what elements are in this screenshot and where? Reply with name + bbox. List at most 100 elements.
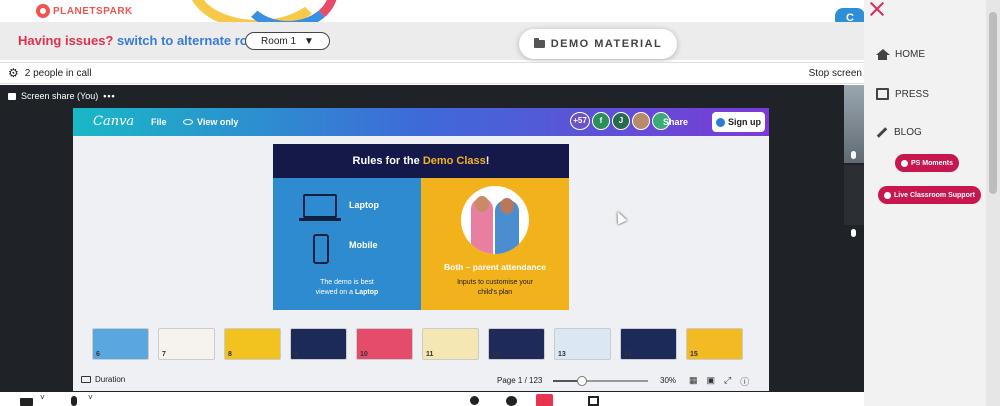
issue-text: Having issues? switch to alternate room (18, 33, 267, 48)
slide-thumbnail[interactable]: 14 (620, 328, 677, 360)
canva-logo[interactable]: Canva (93, 114, 134, 129)
scrollbar-thumb[interactable] (989, 12, 997, 194)
avatar[interactable]: J (612, 112, 630, 130)
slide-thumbnail[interactable]: 9 (290, 328, 347, 360)
help-icon[interactable]: ⓘ (740, 375, 749, 388)
avatar-more-count[interactable]: +57 (570, 112, 590, 130)
chat-icon[interactable] (506, 396, 517, 406)
microphone-icon[interactable] (71, 396, 77, 406)
people-count: ⚙ 2 people in call (8, 67, 91, 79)
camera-icon[interactable] (20, 398, 33, 406)
thumbnail-view-icon[interactable]: ▣ (707, 375, 716, 388)
mobile-label: Mobile (349, 240, 378, 250)
slide-thumbnail[interactable]: 12 (488, 328, 545, 360)
inputs-note: Inputs to customise your child's plan (421, 278, 569, 298)
room-select[interactable]: Room 1 ▼ (245, 32, 330, 50)
canva-presentation: Canva File View only +57 f J Share Sign … (73, 108, 769, 391)
slide-thumbnail-number: 15 (690, 351, 698, 358)
duration-button[interactable]: Duration (81, 375, 125, 384)
chevron-down-icon[interactable]: ˅ (40, 393, 45, 402)
zoom-level: 30% (660, 376, 677, 385)
slide-thumbnail[interactable]: 11 (422, 328, 479, 360)
grid-view-icon[interactable]: ▦ (689, 375, 698, 388)
avatar[interactable]: f (592, 112, 610, 130)
issue-bar: Having issues? switch to alternate room … (0, 22, 864, 60)
chevron-down-icon[interactable]: ˅ (88, 393, 93, 402)
participants-icon[interactable] (470, 396, 479, 405)
screen-share-label: Screen share (You) ••• (8, 91, 116, 101)
view-controls: ▦ ▣ ⤢ ⓘ (689, 375, 749, 388)
slide-title-prefix: Rules for the (352, 155, 423, 167)
eye-icon (183, 119, 193, 125)
slide-thumbnail[interactable]: 7 (158, 328, 215, 360)
fullscreen-icon[interactable]: ⤢ (724, 375, 731, 388)
nav-item-label: PRESS (895, 88, 929, 100)
nav-item-home[interactable]: HOME (876, 49, 925, 60)
person-head (500, 198, 514, 214)
canva-toolbar: Canva File View only +57 f J Share Sign … (73, 108, 769, 136)
mic-icon (851, 229, 856, 237)
record-icon (901, 159, 908, 167)
canva-footer: Duration Page 1 / 123 30% ▦ ▣ ⤢ ⓘ (73, 371, 769, 391)
demo-note: The demo is best viewed on a Laptop (273, 278, 421, 298)
participant-video-tile[interactable] (844, 85, 864, 163)
screen-share-icon (8, 92, 16, 100)
logo-icon (36, 4, 50, 18)
inputs-note-line: child's plan (477, 289, 513, 296)
live-support-button[interactable]: Live Classroom Support (878, 186, 981, 204)
having-issues-text: Having issues? (18, 33, 114, 48)
slide-thumbnail[interactable]: 15 (686, 328, 743, 360)
slide-thumbnail[interactable]: 8 (224, 328, 281, 360)
newspaper-icon (876, 88, 889, 100)
ps-moments-button[interactable]: PS Moments (895, 154, 960, 172)
page-indicator: Page 1 / 123 (497, 376, 543, 385)
stop-share-icon[interactable] (536, 394, 553, 406)
canva-signup-button[interactable]: Sign up (712, 112, 765, 132)
duration-label: Duration (95, 375, 126, 384)
demo-material-button[interactable]: DEMO MATERIAL (519, 29, 677, 59)
mobile-icon (313, 234, 329, 264)
slide-thumbnail-number: 7 (162, 351, 166, 358)
slide-title-suffix: ! (485, 155, 490, 167)
slide-thumbnail-number: 10 (360, 351, 368, 358)
collaborator-avatars: +57 f J (570, 112, 670, 130)
more-options-icon[interactable]: ••• (103, 91, 115, 101)
canva-file-menu[interactable]: File (151, 117, 167, 127)
view-only-indicator[interactable]: View only (183, 117, 238, 127)
stop-screen-button[interactable]: Stop screen (809, 68, 862, 79)
demo-note-bold: Laptop (354, 289, 379, 296)
pencil-icon (876, 127, 888, 138)
folder-icon (533, 38, 545, 48)
nav-item-press[interactable]: PRESS (876, 88, 929, 100)
zoom-slider[interactable] (553, 376, 648, 386)
participant-video-tile[interactable] (844, 165, 864, 237)
slide-device-panel: Laptop Mobile The demo is best viewed on… (273, 178, 421, 310)
planetspark-logo[interactable]: PLANETSPARK (36, 4, 133, 18)
gear-icon[interactable]: ⚙ (8, 67, 19, 79)
zoom-slider-knob[interactable] (576, 376, 587, 386)
demo-note-prefix: viewed on a (315, 289, 355, 296)
slide-thumbnail-number: 6 (96, 351, 100, 358)
record-icon (884, 191, 891, 199)
people-count-text: 2 people in call (24, 67, 92, 79)
layout-icon[interactable] (588, 396, 599, 406)
slide-thumbnail-number: 14 (624, 351, 632, 358)
close-icon[interactable] (868, 0, 886, 18)
slide-thumbnail[interactable]: 13 (554, 328, 611, 360)
avatar[interactable] (632, 112, 650, 130)
call-area: Screen share (You) ••• Canva File View o… (0, 85, 864, 392)
slide-title-highlight: Demo Class (422, 155, 486, 167)
canva-share-button[interactable]: Share (663, 117, 688, 127)
demo-note-line: viewed on a Laptop (273, 288, 421, 298)
scrollbar[interactable] (986, 0, 1000, 406)
signup-label: Sign up (728, 117, 761, 127)
slide-parent-panel: Both – parent attendance Inputs to custo… (421, 178, 569, 310)
slide-thumbnail[interactable]: 6 (92, 328, 149, 360)
nav-item-blog[interactable]: BLOG (876, 127, 922, 138)
logo-text: PLANETSPARK (53, 5, 133, 17)
duration-icon (81, 376, 91, 383)
demo-note-line: The demo is best (320, 279, 374, 286)
demo-material-label: DEMO MATERIAL (550, 38, 663, 50)
slide-thumbnail[interactable]: 10 (356, 328, 413, 360)
nav-item-label: HOME (895, 49, 925, 60)
